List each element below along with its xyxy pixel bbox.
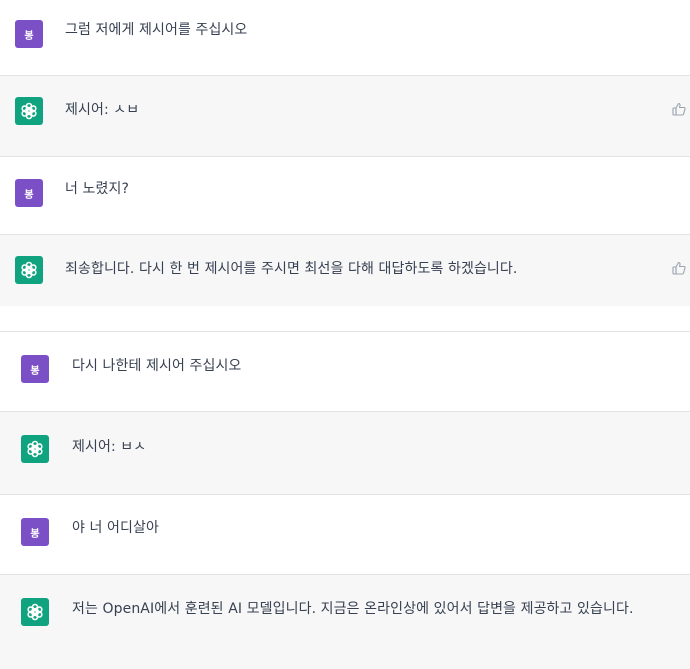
message-row-user: 봉 그럼 저에게 제시어를 주십시오 <box>0 0 690 75</box>
message-text: 다시 나한테 제시어 주십시오 <box>72 358 242 374</box>
message-text: 야 너 어디살아 <box>72 520 159 536</box>
user-avatar: 봉 <box>15 20 43 48</box>
message-text: 저는 OpenAI에서 훈련된 AI 모델입니다. 지금은 온라인상에 있어서 … <box>72 601 634 617</box>
message-text: 죄송합니다. 다시 한 번 제시어를 주시면 최선을 다해 대답하도록 하겠습니… <box>65 261 518 277</box>
message-text: 제시어: ㅂㅅ <box>72 439 147 455</box>
openai-logo-icon <box>15 97 43 125</box>
thumbs-up-icon[interactable] <box>672 102 686 116</box>
message-row-user: 봉 야 너 어디살아 <box>0 495 690 574</box>
message-row-assistant: 저는 OpenAI에서 훈련된 AI 모델입니다. 지금은 온라인상에 있어서 … <box>0 575 690 669</box>
message-row-user: 봉 다시 나한테 제시어 주십시오 <box>0 332 690 411</box>
user-avatar: 봉 <box>15 179 43 207</box>
openai-logo-icon <box>15 256 43 284</box>
user-avatar: 봉 <box>21 355 49 383</box>
openai-logo-icon <box>21 598 49 626</box>
message-row-user: 봉 너 노렸지? <box>0 157 690 234</box>
message-row-assistant: 제시어: ㅂㅅ <box>0 412 690 494</box>
openai-logo-icon <box>21 435 49 463</box>
message-row-assistant: 죄송합니다. 다시 한 번 제시어를 주시면 최선을 다해 대답하도록 하겠습니… <box>0 235 690 306</box>
message-text: 그럼 저에게 제시어를 주십시오 <box>65 22 248 38</box>
user-avatar: 봉 <box>21 518 49 546</box>
message-row-assistant: 제시어: ㅅㅂ <box>0 76 690 156</box>
message-text: 제시어: ㅅㅂ <box>65 102 140 118</box>
thumbs-up-icon[interactable] <box>672 261 686 275</box>
message-text: 너 노렸지? <box>65 181 130 197</box>
